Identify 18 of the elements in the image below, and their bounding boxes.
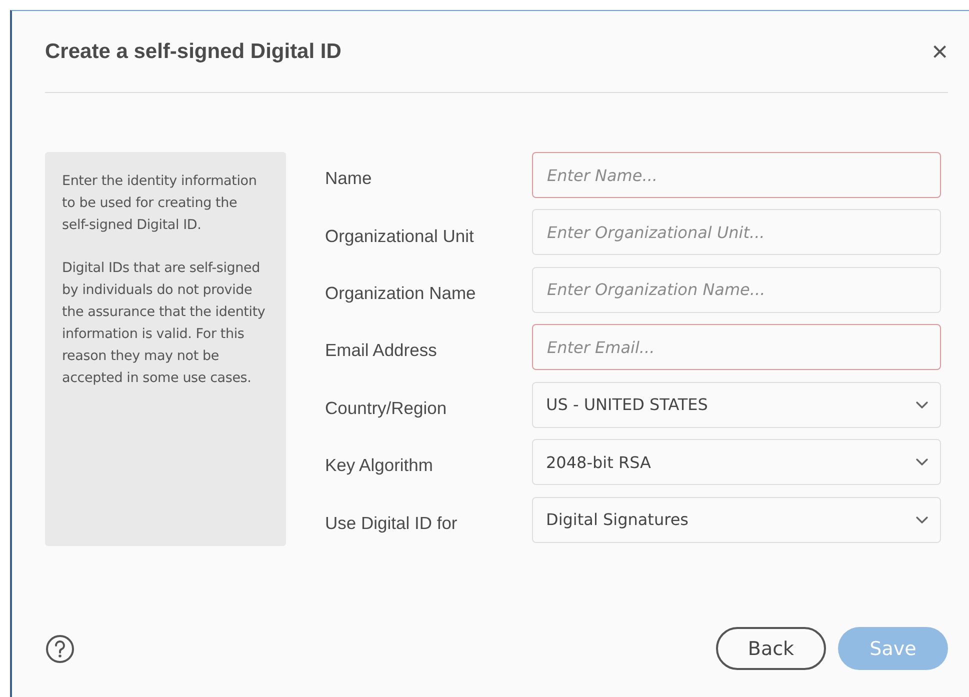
back-button[interactable]: Back: [716, 627, 826, 670]
info-text: Digital IDs that are self-signed by individuals do not provide the assurance that the identity information is valid. For this reason they may not be accepted in some use cases.: [62, 259, 266, 388]
close-button[interactable]: ×: [932, 38, 948, 66]
field-label: Use Digital ID for: [325, 512, 458, 534]
field-label: Key Algorithm: [325, 455, 434, 476]
help-icon[interactable]: [45, 634, 75, 664]
dropdown[interactable]: 2048-bit RSA: [532, 439, 941, 486]
field-label: Email Address: [325, 340, 438, 362]
input-field[interactable]: Enter Email...: [532, 324, 941, 370]
info-text: Enter the identity information to be used for creating the self-signed Digital ID.: [62, 172, 258, 235]
field-label: Name: [325, 168, 373, 190]
dropdown[interactable]: Digital Signatures: [532, 496, 941, 543]
dialog-title: Create a self-signed Digital ID: [45, 40, 342, 64]
dropdown[interactable]: US - UNITED STATES: [532, 382, 941, 428]
field-label: Organizational Unit: [325, 226, 475, 247]
field-label: Organization Name: [325, 283, 477, 304]
input-field[interactable]: Enter Name...: [532, 152, 941, 198]
field-label: Country/Region: [325, 398, 448, 419]
